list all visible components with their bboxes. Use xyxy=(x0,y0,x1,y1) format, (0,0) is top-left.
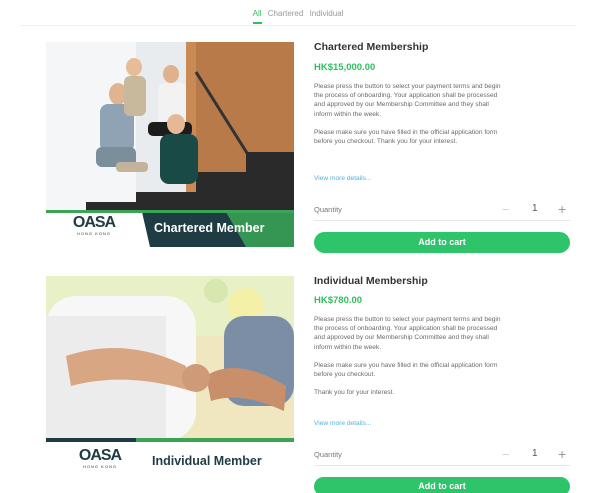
individual-quantity-stepper: Quantity − 1 + xyxy=(314,446,570,466)
individual-product-name[interactable]: Individual Membership xyxy=(314,275,428,287)
individual-banner-label: Individual Member xyxy=(152,454,262,468)
increment-icon[interactable]: + xyxy=(558,446,566,462)
oasa-logo: OASA HONG KONG xyxy=(78,447,122,470)
quantity-value[interactable]: 1 xyxy=(532,448,538,459)
chartered-view-more-link[interactable]: View more details... xyxy=(314,175,371,182)
individual-price: HK$780.00 xyxy=(314,295,363,306)
tab-all[interactable]: All xyxy=(252,9,262,24)
decrement-icon[interactable]: − xyxy=(502,447,510,462)
oasa-logo: OASA HONG KONG xyxy=(72,214,116,237)
chartered-product-image[interactable]: OASA HONG KONG Chartered Member xyxy=(46,42,294,247)
quantity-label: Quantity xyxy=(314,205,342,214)
individual-product-image[interactable]: OASA HONG KONG Individual Member xyxy=(46,276,294,476)
tab-chartered[interactable]: Chartered xyxy=(268,9,304,22)
quantity-value[interactable]: 1 xyxy=(532,203,538,214)
chartered-banner-label: Chartered Member xyxy=(154,221,265,235)
tabs-divider xyxy=(20,25,576,26)
chartered-add-to-cart-button[interactable]: Add to cart xyxy=(314,232,570,253)
individual-view-more-link[interactable]: View more details... xyxy=(314,420,371,427)
chartered-price: HK$15,000.00 xyxy=(314,62,376,73)
individual-add-to-cart-button[interactable]: Add to cart xyxy=(314,477,570,493)
tab-individual[interactable]: Individual xyxy=(310,9,344,22)
individual-description: Please press the button to select your p… xyxy=(314,316,501,397)
category-tabs: All Chartered Individual xyxy=(0,9,596,24)
quantity-label: Quantity xyxy=(314,450,342,459)
decrement-icon[interactable]: − xyxy=(502,202,510,217)
chartered-quantity-stepper: Quantity − 1 + xyxy=(314,201,570,221)
increment-icon[interactable]: + xyxy=(558,201,566,217)
chartered-product-name[interactable]: Chartered Membership xyxy=(314,41,428,53)
chartered-description: Please press the button to select your p… xyxy=(314,83,501,146)
